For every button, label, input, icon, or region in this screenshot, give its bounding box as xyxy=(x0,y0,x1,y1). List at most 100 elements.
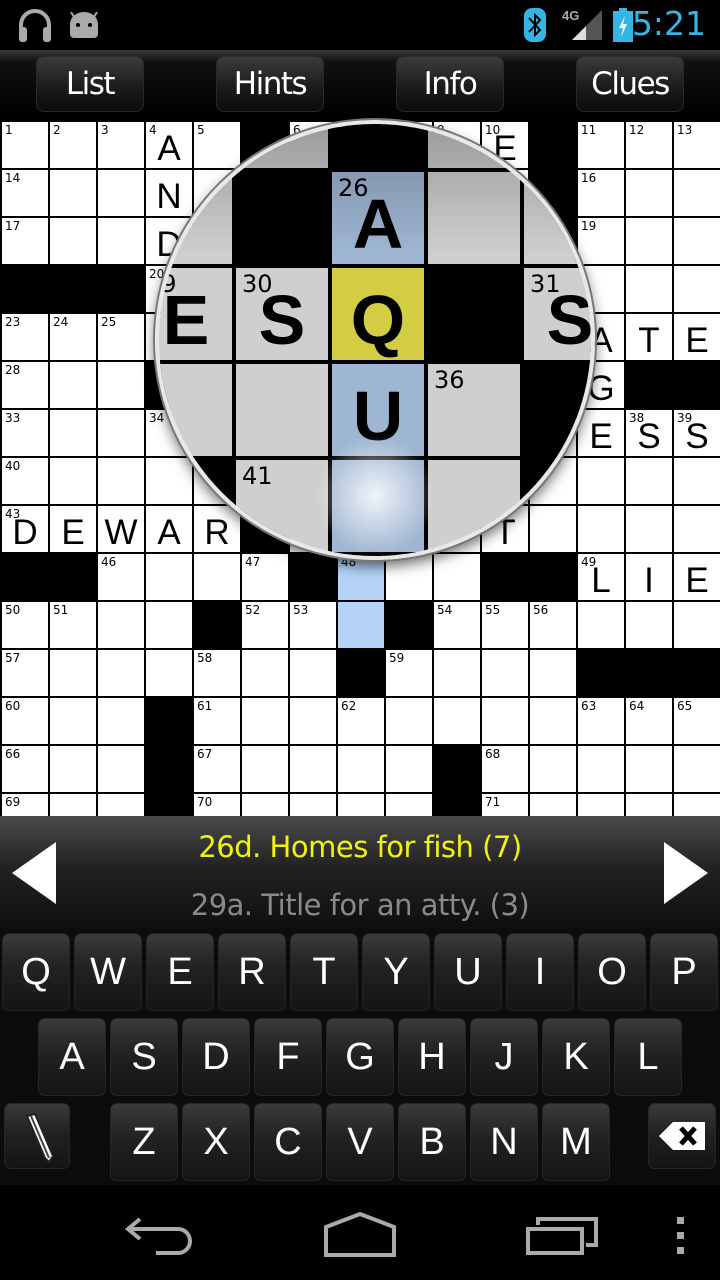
cell[interactable]: E xyxy=(674,314,720,360)
cell[interactable]: 58 xyxy=(194,650,240,696)
hints-button[interactable]: Hints xyxy=(216,56,324,112)
cell[interactable]: I xyxy=(626,554,672,600)
cell[interactable] xyxy=(50,794,96,816)
cell[interactable] xyxy=(50,218,96,264)
cell[interactable]: 68 xyxy=(482,746,528,792)
cell[interactable] xyxy=(290,650,336,696)
cell[interactable] xyxy=(50,650,96,696)
cell[interactable]: 1 xyxy=(2,122,48,168)
cell[interactable]: 24 xyxy=(50,314,96,360)
cell[interactable] xyxy=(242,746,288,792)
cell[interactable] xyxy=(146,650,192,696)
cell[interactable] xyxy=(386,698,432,744)
cell[interactable] xyxy=(50,170,96,216)
key-i[interactable]: I xyxy=(506,933,574,1011)
cell[interactable]: 47 xyxy=(242,554,288,600)
cell[interactable] xyxy=(578,602,624,648)
key-r[interactable]: R xyxy=(218,933,286,1011)
cell[interactable] xyxy=(674,602,720,648)
cell[interactable]: 52 xyxy=(242,602,288,648)
cell[interactable]: 48 xyxy=(338,554,384,600)
cell[interactable] xyxy=(290,794,336,816)
cell[interactable] xyxy=(530,794,576,816)
cell[interactable] xyxy=(98,602,144,648)
cell[interactable]: 63 xyxy=(578,698,624,744)
cell[interactable] xyxy=(674,218,720,264)
cell[interactable] xyxy=(626,218,672,264)
cell[interactable] xyxy=(626,602,672,648)
next-clue-arrow-icon[interactable] xyxy=(664,842,708,904)
cell[interactable] xyxy=(338,746,384,792)
cell[interactable]: 66 xyxy=(2,746,48,792)
recent-apps-icon[interactable] xyxy=(524,1215,600,1255)
clues-button[interactable]: Clues xyxy=(576,56,684,112)
back-icon[interactable] xyxy=(120,1213,200,1257)
key-l[interactable]: L xyxy=(614,1018,682,1096)
cell[interactable] xyxy=(626,506,672,552)
cell[interactable] xyxy=(674,458,720,504)
key-g[interactable]: G xyxy=(326,1018,394,1096)
key-w[interactable]: W xyxy=(74,933,142,1011)
cell[interactable] xyxy=(338,794,384,816)
cell[interactable]: 55 xyxy=(482,602,528,648)
cell[interactable] xyxy=(98,362,144,408)
key-c[interactable]: C xyxy=(254,1103,322,1181)
cell[interactable] xyxy=(530,746,576,792)
key-x[interactable]: X xyxy=(182,1103,250,1181)
cell[interactable]: 50 xyxy=(2,602,48,648)
cell[interactable]: 49 L xyxy=(578,554,624,600)
cell[interactable]: W xyxy=(98,506,144,552)
key-y[interactable]: Y xyxy=(362,933,430,1011)
cell[interactable] xyxy=(530,650,576,696)
cell[interactable] xyxy=(242,794,288,816)
key-j[interactable]: J xyxy=(470,1018,538,1096)
cell[interactable]: 25 xyxy=(98,314,144,360)
cell[interactable]: 65 xyxy=(674,698,720,744)
cell[interactable]: 39 S xyxy=(674,410,720,456)
key-h[interactable]: H xyxy=(398,1018,466,1096)
cell[interactable]: E xyxy=(674,554,720,600)
cell[interactable]: 69 xyxy=(2,794,48,816)
cell[interactable] xyxy=(530,698,576,744)
cell[interactable]: 62 xyxy=(338,698,384,744)
cell[interactable]: 46 xyxy=(98,554,144,600)
pencil-key[interactable] xyxy=(4,1103,70,1169)
cell[interactable] xyxy=(50,698,96,744)
cell[interactable] xyxy=(674,506,720,552)
cell[interactable] xyxy=(434,554,480,600)
key-q[interactable]: Q xyxy=(2,933,70,1011)
cell[interactable] xyxy=(50,362,96,408)
cell[interactable]: 28 xyxy=(2,362,48,408)
cell[interactable] xyxy=(98,410,144,456)
cell[interactable] xyxy=(626,170,672,216)
cell[interactable]: 59 xyxy=(386,650,432,696)
current-clue[interactable]: 26d. Homes for fish (7) xyxy=(0,830,720,864)
cell[interactable] xyxy=(50,746,96,792)
cell[interactable]: 23 xyxy=(2,314,48,360)
cell[interactable]: 53 xyxy=(290,602,336,648)
cell[interactable]: 67 xyxy=(194,746,240,792)
cell[interactable] xyxy=(98,218,144,264)
menu-icon[interactable] xyxy=(674,1217,688,1257)
cell[interactable] xyxy=(50,410,96,456)
cell[interactable]: 38 S xyxy=(626,410,672,456)
cell[interactable] xyxy=(98,698,144,744)
cell[interactable] xyxy=(674,794,720,816)
cell[interactable] xyxy=(290,746,336,792)
key-s[interactable]: S xyxy=(110,1018,178,1096)
cell[interactable] xyxy=(482,698,528,744)
key-e[interactable]: E xyxy=(146,933,214,1011)
cell[interactable]: 71 xyxy=(482,794,528,816)
cell[interactable] xyxy=(98,170,144,216)
cell[interactable]: 12 xyxy=(626,122,672,168)
cell[interactable] xyxy=(290,698,336,744)
cell[interactable] xyxy=(146,554,192,600)
key-k[interactable]: K xyxy=(542,1018,610,1096)
cell[interactable]: 14 xyxy=(2,170,48,216)
home-icon[interactable] xyxy=(320,1211,400,1257)
cell[interactable]: 13 xyxy=(674,122,720,168)
cell[interactable] xyxy=(338,602,384,648)
cell[interactable] xyxy=(50,458,96,504)
list-button[interactable]: List xyxy=(36,56,144,112)
cell[interactable]: 40 xyxy=(2,458,48,504)
